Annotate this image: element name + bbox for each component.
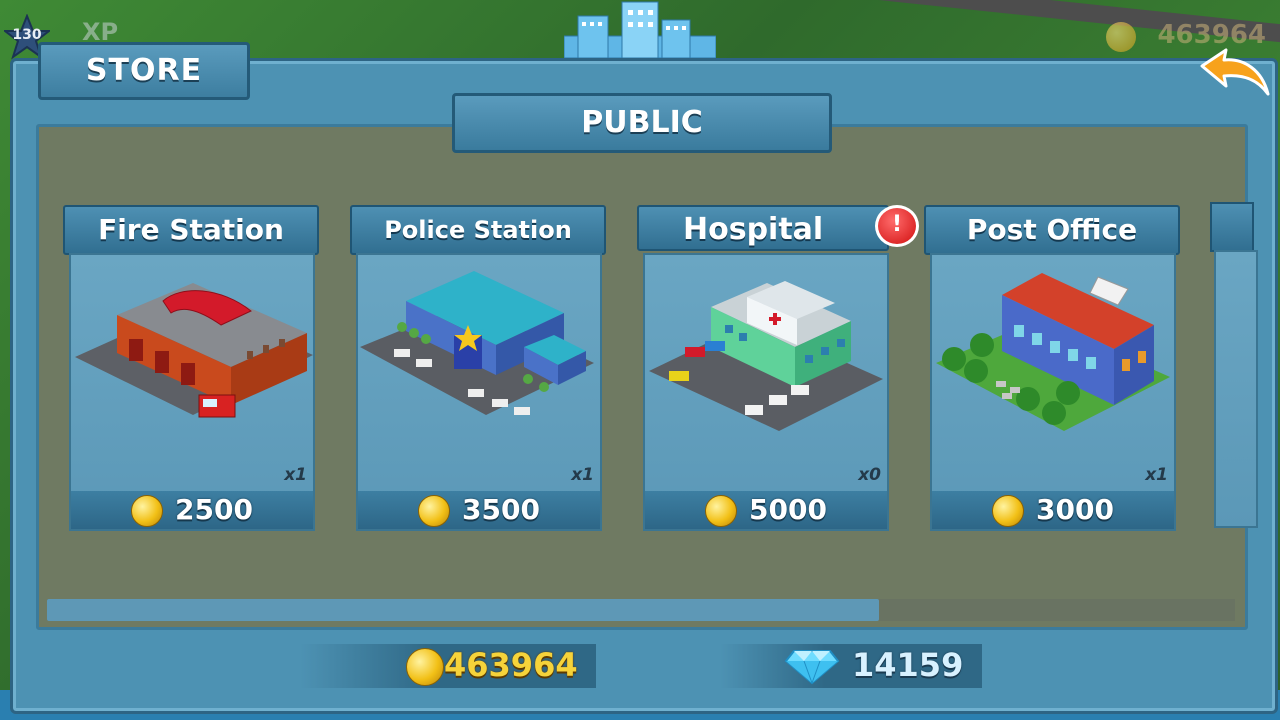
gem-balance: 14159	[852, 646, 964, 684]
item-card-body: x1 2500	[69, 253, 315, 531]
post-office-building-image	[936, 273, 1170, 431]
police-station-building-image	[360, 271, 594, 415]
item-price: 2500	[175, 493, 253, 526]
store-item-card[interactable]: Post Office x1 3000	[924, 205, 1180, 531]
fire-station-building-image	[75, 283, 313, 418]
item-card-body: x0 5000	[643, 253, 889, 531]
store-item-card[interactable]: Hospital ! x0 5000	[637, 205, 919, 531]
category-tab-public[interactable]: PUBLIC	[452, 93, 832, 153]
store-item-card-partial[interactable]	[1210, 202, 1254, 252]
item-card-body: x1 3500	[356, 253, 602, 531]
coin-icon	[1106, 22, 1136, 52]
item-price-bar[interactable]: 5000	[645, 491, 887, 529]
store-item-card[interactable]: Fire Station x1 2500	[63, 205, 319, 531]
item-card-body: x1 3000	[930, 253, 1176, 531]
player-level: 130	[12, 27, 42, 43]
store-item-list[interactable]: Fire Station x1 2500 Police Station x1 3…	[36, 124, 1248, 630]
coin-icon	[418, 495, 450, 527]
item-price-bar[interactable]: 3500	[358, 491, 600, 529]
item-price: 5000	[749, 493, 827, 526]
coin-icon	[705, 495, 737, 527]
scrollbar-thumb[interactable]	[47, 599, 879, 621]
item-title: Hospital	[637, 205, 889, 251]
item-title: Post Office	[924, 205, 1180, 255]
hospital-building-image	[649, 281, 883, 431]
item-title: Police Station	[350, 205, 606, 255]
diamond-icon	[784, 650, 840, 685]
item-owned-count: x1	[284, 465, 307, 485]
item-owned-count: x0	[858, 465, 881, 485]
coin-icon	[992, 495, 1024, 527]
store-item-card-partial-body[interactable]	[1214, 250, 1258, 528]
city-skyline-icon	[564, 1, 716, 58]
coin-icon	[406, 648, 444, 686]
item-price-bar[interactable]: 3000	[932, 491, 1174, 529]
back-arrow-icon[interactable]	[1192, 44, 1274, 104]
coin-balance: 463964	[444, 646, 578, 684]
item-price: 3500	[462, 493, 540, 526]
store-item-card[interactable]: Police Station x1 3500	[350, 205, 606, 531]
item-price: 3000	[1036, 493, 1114, 526]
alert-badge: !	[875, 205, 919, 247]
coin-icon	[131, 495, 163, 527]
item-owned-count: x1	[1145, 465, 1168, 485]
item-title: Fire Station	[63, 205, 319, 255]
item-owned-count: x1	[571, 465, 594, 485]
item-price-bar[interactable]: 2500	[71, 491, 313, 529]
store-title: STORE	[38, 42, 250, 100]
